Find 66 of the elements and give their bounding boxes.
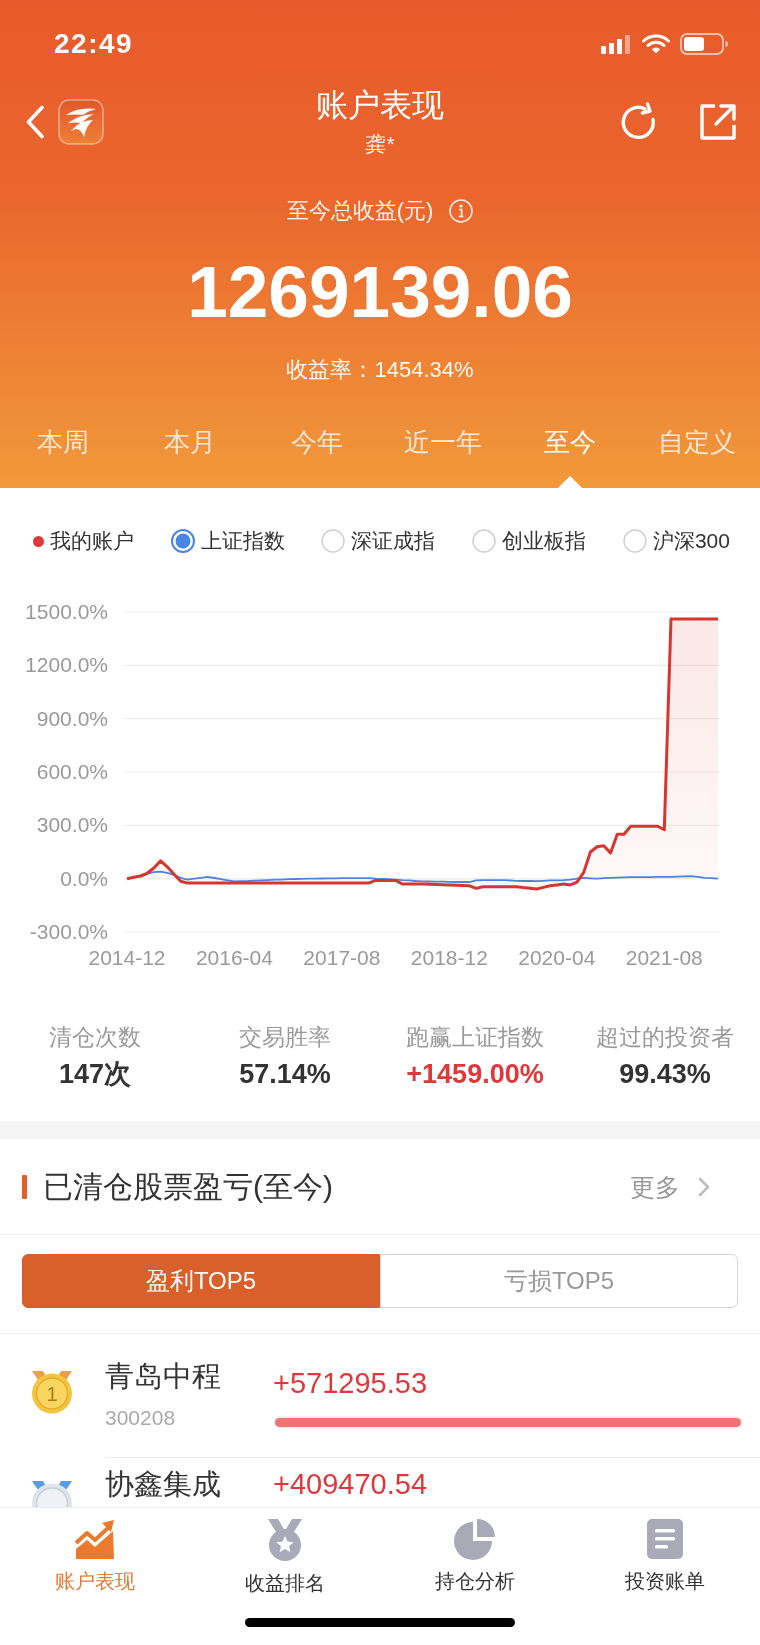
stat-value: +1459.00% xyxy=(406,1058,544,1091)
stat-value: 147次 xyxy=(58,1058,132,1091)
x-axis-label: 2017-08 xyxy=(303,946,381,969)
stat-label: 超过的投资者 xyxy=(596,1023,734,1052)
stat-label: 清仓次数 xyxy=(49,1023,141,1052)
stock-name: 协鑫集成 xyxy=(105,1467,221,1502)
y-axis-label: 300.0% xyxy=(36,813,108,837)
x-axis-label: 2018-12 xyxy=(410,946,488,969)
period-tab[interactable]: 自定义 xyxy=(633,412,760,488)
y-axis-label: 900.0% xyxy=(36,706,108,730)
medal-icon xyxy=(266,1518,304,1562)
period-tab[interactable]: 本月 xyxy=(126,412,254,488)
segment-tab[interactable]: 盈利TOP5 xyxy=(22,1254,380,1308)
signal-icon xyxy=(601,34,632,54)
benchmark-option[interactable]: 创业板指 xyxy=(472,527,587,555)
benchmark-option[interactable]: 沪深300 xyxy=(622,527,730,555)
stat-label: 交易胜率 xyxy=(239,1023,331,1052)
document-icon xyxy=(646,1518,684,1560)
tab-pointer-icon xyxy=(558,476,582,488)
x-axis-label: 2014-12 xyxy=(88,946,166,969)
info-icon[interactable] xyxy=(449,199,474,223)
x-axis-label: 2016-04 xyxy=(195,946,273,969)
rank-medal: 1 xyxy=(29,1370,74,1414)
stock-name: 青岛中程 xyxy=(105,1359,221,1394)
bottom-nav-tab[interactable]: 持仓分析 xyxy=(435,1518,515,1596)
bottom-nav-tab[interactable]: 收益排名 xyxy=(245,1518,325,1596)
pie-chart-icon xyxy=(454,1518,496,1560)
x-axis-label: 2021-08 xyxy=(625,946,703,969)
more-link[interactable]: 更多 xyxy=(630,1170,680,1203)
battery-icon xyxy=(680,33,729,55)
y-axis-label: -300.0% xyxy=(29,920,108,943)
bottom-nav-tab[interactable]: 账户表现 xyxy=(55,1518,135,1596)
return-rate: 收益率：1454.34% xyxy=(286,356,474,384)
legend-label: 我的账户 xyxy=(50,528,134,554)
app-logo-icon[interactable] xyxy=(58,99,104,145)
period-tab[interactable]: 至今 xyxy=(506,412,634,488)
stat-value: 57.14% xyxy=(239,1058,331,1091)
account-name: 龚* xyxy=(365,132,395,156)
benchmark-option[interactable]: 深证成指 xyxy=(321,527,436,555)
profit-amount: +409470.54 xyxy=(273,1467,428,1501)
bottom-nav-tab[interactable]: 投资账单 xyxy=(625,1518,705,1596)
status-time: 22:49 xyxy=(54,28,134,60)
y-axis-label: 1500.0% xyxy=(25,600,108,623)
stat-label: 跑赢上证指数 xyxy=(406,1023,544,1052)
benchmark-option[interactable]: 上证指数 xyxy=(170,527,285,555)
section-marker-icon xyxy=(22,1174,27,1199)
share-icon[interactable] xyxy=(698,102,738,142)
period-tab[interactable]: 近一年 xyxy=(380,412,507,488)
page-title: 账户表现 xyxy=(316,88,444,122)
chevron-right-icon[interactable] xyxy=(698,1176,710,1197)
section-title: 已清仓股票盈亏(至今) xyxy=(43,1168,333,1205)
total-profit-label: 至今总收益(元) xyxy=(286,197,434,225)
x-axis-label: 2020-04 xyxy=(518,946,596,969)
segment-tab[interactable]: 亏损TOP5 xyxy=(380,1254,738,1308)
back-icon[interactable] xyxy=(25,105,45,139)
stat-value: 99.43% xyxy=(619,1058,711,1091)
total-profit-value: 1269139.06 xyxy=(187,252,573,332)
period-tab[interactable]: 今年 xyxy=(253,412,380,488)
y-axis-label: 0.0% xyxy=(60,866,108,890)
profit-amount: +571295.53 xyxy=(273,1366,428,1400)
wifi-icon xyxy=(642,34,670,54)
stock-code: 300208 xyxy=(105,1405,176,1431)
y-axis-label: 600.0% xyxy=(36,760,108,783)
y-axis-label: 1200.0% xyxy=(25,653,108,677)
period-tab[interactable]: 本周 xyxy=(0,412,127,488)
trend-chart-icon xyxy=(74,1518,116,1560)
